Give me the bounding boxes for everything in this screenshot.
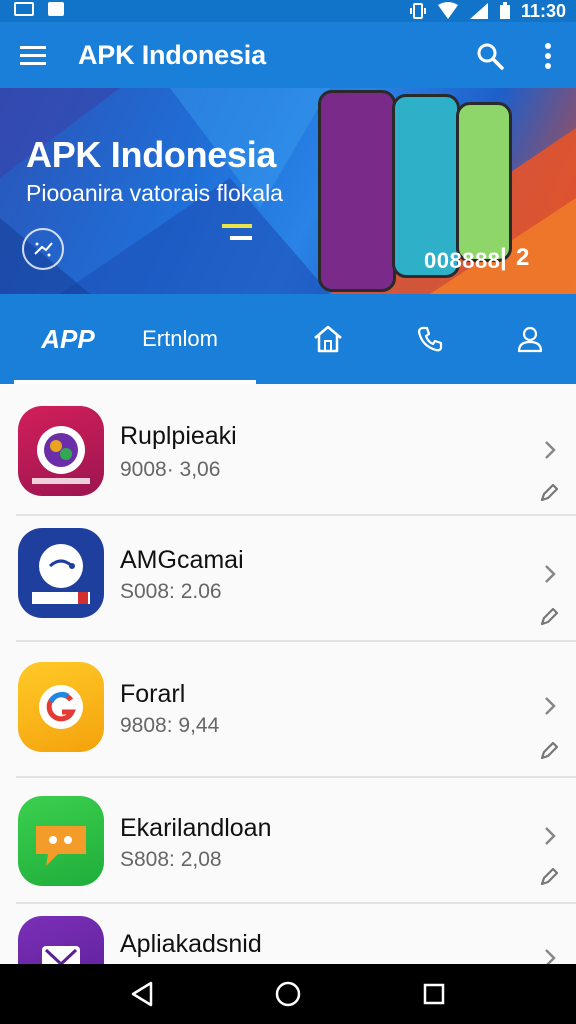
chevron-right-icon[interactable] xyxy=(536,560,564,588)
more-options-button[interactable] xyxy=(528,36,568,76)
app-name: Forarl xyxy=(120,680,186,708)
app-icon-ruplpieaki xyxy=(18,406,104,496)
more-vert-icon xyxy=(545,43,551,69)
tab-home[interactable] xyxy=(300,294,356,384)
app-meta: S808: 2,08 xyxy=(120,848,222,871)
pencil-icon[interactable] xyxy=(538,866,560,888)
phone-icon xyxy=(417,326,443,352)
phone-illustration-3 xyxy=(456,102,512,262)
app-name: Apliakadsnid xyxy=(120,930,262,958)
banner-separator: | xyxy=(500,244,507,271)
promo-banner[interactable]: APK Indonesia Piooanira vatorais flokala… xyxy=(0,88,576,294)
banner-title: APK Indonesia xyxy=(26,134,277,175)
chevron-right-icon[interactable] xyxy=(536,822,564,850)
tab-bar: APP Ertnlom xyxy=(0,294,576,384)
app-meta: 9808: 9,44 xyxy=(120,714,220,737)
nav-back-button[interactable] xyxy=(122,976,162,1012)
battery-icon xyxy=(499,2,511,20)
app-icon-ekarilandloan xyxy=(18,796,104,886)
app-name: AMGcamai xyxy=(120,546,244,574)
app-list[interactable]: Ruplpieaki 9008· 3,06 AMGcamai S008: 2.0… xyxy=(0,384,576,964)
app-title: APK Indonesia xyxy=(78,40,266,70)
notification-icon xyxy=(14,2,34,16)
app-icon-apliakadsnid xyxy=(18,916,104,964)
app-name: Ekarilandloan xyxy=(120,814,272,842)
list-item[interactable]: Ruplpieaki 9008· 3,06 xyxy=(0,384,576,516)
tab-phone[interactable] xyxy=(402,294,458,384)
list-item[interactable]: Ekarilandloan S808: 2,08 xyxy=(0,778,576,904)
list-item[interactable]: Forarl 9808: 9,44 xyxy=(0,642,576,778)
nav-home-button[interactable] xyxy=(268,976,308,1012)
list-item[interactable]: Apliakadsnid xyxy=(0,904,576,964)
chevron-right-icon[interactable] xyxy=(536,436,564,464)
banner-share-icon xyxy=(22,228,64,270)
nav-recents-icon xyxy=(423,983,445,1005)
app-bar: APK Indonesia xyxy=(0,22,576,88)
app-icon-amgcamai xyxy=(18,528,104,618)
nav-back-icon xyxy=(131,981,153,1007)
list-item[interactable]: AMGcamai S008: 2.06 xyxy=(0,516,576,642)
pencil-icon[interactable] xyxy=(538,482,560,504)
search-icon xyxy=(477,43,504,70)
search-button[interactable] xyxy=(470,36,510,76)
pencil-icon[interactable] xyxy=(538,606,560,628)
app-meta: S008: 2.06 xyxy=(120,580,222,603)
chevron-right-icon[interactable] xyxy=(536,944,564,964)
wifi-icon xyxy=(437,2,459,20)
vibrate-icon xyxy=(409,2,427,20)
menu-button[interactable] xyxy=(14,36,52,74)
banner-dash-icon xyxy=(222,224,252,240)
nav-recents-button[interactable] xyxy=(414,976,454,1012)
tab-profile[interactable] xyxy=(502,294,558,384)
status-time: 11:30 xyxy=(520,0,566,21)
sd-card-icon xyxy=(48,2,64,16)
banner-subtitle: Piooanira vatorais flokala xyxy=(26,180,283,206)
tab-app[interactable]: APP xyxy=(20,294,116,384)
chevron-right-icon[interactable] xyxy=(536,692,564,720)
signal-icon xyxy=(469,2,489,20)
app-name: Ruplpieaki xyxy=(120,422,237,450)
banner-counter: 008888 xyxy=(424,248,501,273)
tab-ertnlom[interactable]: Ertnlom xyxy=(120,294,240,384)
banner-page-indicator: 2 xyxy=(516,244,530,271)
phone-illustration-1 xyxy=(318,90,396,292)
pencil-icon[interactable] xyxy=(538,740,560,762)
user-icon xyxy=(517,326,543,353)
app-meta: 9008· 3,06 xyxy=(120,458,221,481)
nav-home-icon xyxy=(275,981,301,1007)
home-icon xyxy=(314,325,342,353)
status-bar: 11:30 xyxy=(0,0,576,22)
hamburger-icon xyxy=(20,46,46,65)
app-icon-forarl xyxy=(18,662,104,752)
system-nav-bar xyxy=(0,964,576,1024)
